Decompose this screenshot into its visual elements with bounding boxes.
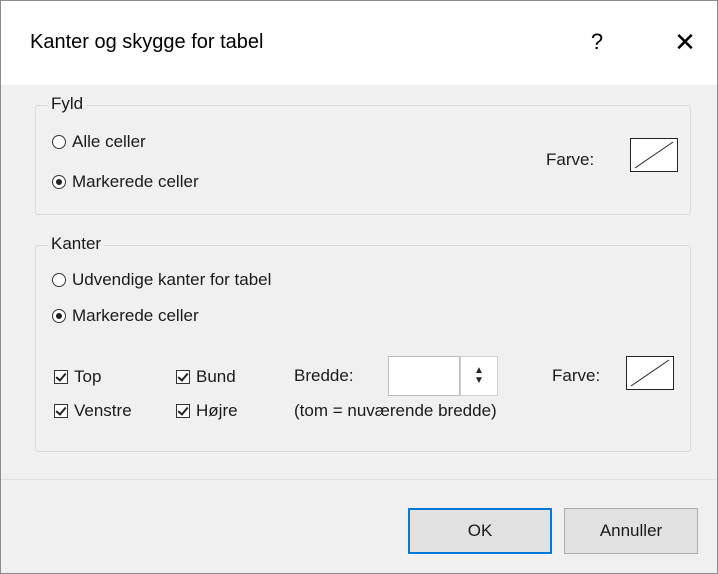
checkbox-label: Højre [196,401,238,420]
fill-color-label: Farve: [546,150,595,169]
no-color-icon [634,141,674,169]
checkbox-label: Top [74,367,102,386]
radio-indicator [52,273,66,287]
radio-label: Alle celler [72,132,146,151]
checkbox-label: Venstre [74,401,132,420]
radio-label: Udvendige kanter for tabel [72,270,272,289]
border-color-picker[interactable] [626,356,674,390]
radio-indicator [52,175,66,189]
border-shading-dialog: Kanter og skygge for tabel ? ✕ Fyld Alle… [0,0,718,574]
border-left-checkbox[interactable]: Venstre [54,401,132,421]
no-color-icon [630,359,670,387]
checkbox-indicator [176,370,190,384]
border-bottom-checkbox[interactable]: Bund [176,367,236,387]
border-top-checkbox[interactable]: Top [54,367,101,387]
borders-outer-radio[interactable]: Udvendige kanter for tabel [52,270,271,290]
border-width-label: Bredde: [294,366,354,385]
borders-group: Kanter Udvendige kanter for tabel Marker… [35,234,691,452]
close-button[interactable]: ✕ [665,25,705,61]
dialog-footer: OK Annuller [1,480,717,573]
checkbox-label: Bund [196,367,236,386]
checkbox-indicator [54,404,68,418]
border-width-spinner[interactable]: ▲ ▼ [460,356,498,396]
title-bar: Kanter og skygge for tabel ? ✕ [1,1,717,85]
radio-indicator [52,309,66,323]
radio-label: Markerede celler [72,172,199,191]
fill-legend: Fyld [48,94,87,114]
borders-legend: Kanter [48,234,105,254]
checkbox-indicator [54,370,68,384]
cancel-button[interactable]: Annuller [564,508,698,554]
fill-color-picker[interactable] [630,138,678,172]
border-width-hint: (tom = nuværende bredde) [294,401,497,420]
border-color-label: Farve: [552,366,601,385]
borders-selected-cells-radio[interactable]: Markerede celler [52,306,199,326]
border-right-checkbox[interactable]: Højre [176,401,238,421]
fill-selected-cells-radio[interactable]: Markerede celler [52,172,199,192]
radio-label: Markerede celler [72,306,199,325]
radio-indicator [52,135,66,149]
border-width-input[interactable] [388,356,460,396]
checkbox-indicator [176,404,190,418]
fill-group: Fyld Alle celler Markerede celler Farve: [35,94,691,215]
help-button[interactable]: ? [577,27,617,59]
dialog-title: Kanter og skygge for tabel [30,31,264,53]
spin-down-icon[interactable]: ▼ [461,376,497,386]
fill-all-cells-radio[interactable]: Alle celler [52,132,146,152]
ok-button[interactable]: OK [408,508,552,554]
